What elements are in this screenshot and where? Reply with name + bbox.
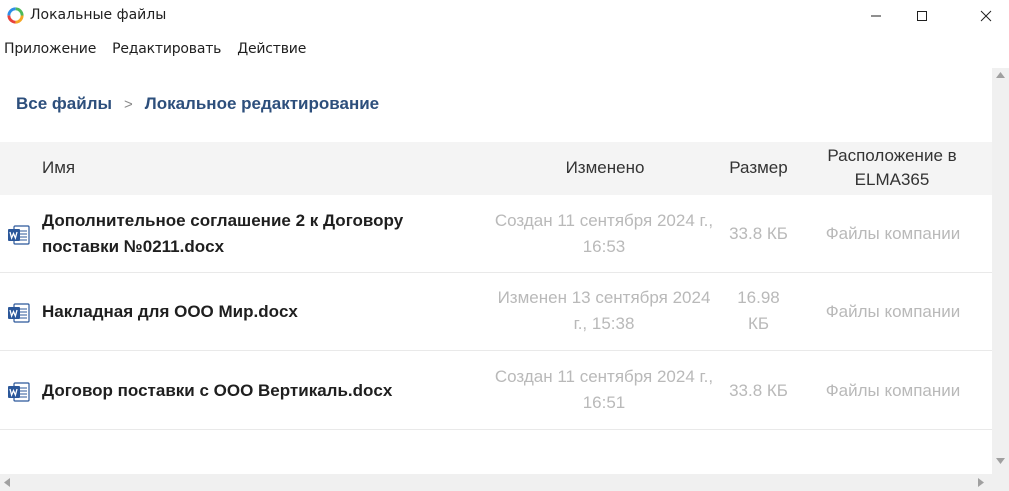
app-logo-icon bbox=[7, 7, 24, 24]
table-header: Имя Изменено Размер Расположение в ELMA3… bbox=[0, 142, 992, 195]
minimize-button[interactable] bbox=[853, 0, 899, 32]
breadcrumb: Все файлы > Локальное редактирование bbox=[16, 94, 379, 114]
file-name[interactable]: Накладная для ООО Мир.docx bbox=[42, 299, 482, 325]
location-cell: Файлы компании bbox=[825, 224, 961, 243]
column-header-location[interactable]: Расположение в ELMA365 bbox=[812, 144, 972, 192]
modified-cell: Создан 11 сентября 2024 г., 16:53 bbox=[486, 208, 722, 260]
menu-item-application[interactable]: Приложение bbox=[4, 38, 96, 60]
breadcrumb-current: Локальное редактирование bbox=[144, 94, 380, 113]
modified-line2: 16:53 bbox=[582, 237, 626, 256]
size-cell: 33.8 КБ bbox=[729, 381, 788, 400]
modified-line2: г., 15:38 bbox=[573, 314, 635, 333]
maximize-button[interactable] bbox=[899, 0, 945, 32]
size-cell: 16.98 КБ bbox=[722, 285, 795, 337]
column-header-size[interactable]: Размер bbox=[722, 156, 795, 180]
modified-line1: Создан 11 сентября 2024 г., bbox=[494, 367, 714, 386]
minimize-icon bbox=[871, 15, 881, 17]
menu-item-action[interactable]: Действие bbox=[237, 38, 306, 60]
size-line2: КБ bbox=[747, 314, 770, 333]
file-name[interactable]: Дополнительное соглашение 2 к Договору п… bbox=[42, 208, 482, 260]
scroll-right-icon[interactable] bbox=[978, 478, 984, 487]
title-bar: Локальные файлы bbox=[0, 0, 1009, 32]
column-header-modified[interactable]: Изменено bbox=[548, 156, 662, 180]
modified-cell: Создан 11 сентября 2024 г., 16:51 bbox=[486, 364, 722, 416]
horizontal-scrollbar[interactable] bbox=[0, 474, 992, 491]
breadcrumb-separator: > bbox=[124, 95, 133, 113]
close-button[interactable] bbox=[963, 0, 1009, 32]
scroll-down-icon[interactable] bbox=[996, 458, 1005, 464]
table-row[interactable]: Договор поставки с ООО Вертикаль.docx Со… bbox=[0, 352, 992, 430]
menu-item-edit[interactable]: Редактировать bbox=[112, 38, 221, 60]
vertical-scrollbar[interactable] bbox=[992, 68, 1009, 474]
column-header-location-line1: Расположение в bbox=[827, 146, 957, 165]
word-document-icon bbox=[8, 225, 30, 245]
location-cell: Файлы компании bbox=[825, 381, 961, 400]
table-row[interactable]: Дополнительное соглашение 2 к Договору п… bbox=[0, 195, 992, 273]
menu-bar: Приложение Редактировать Действие bbox=[0, 38, 318, 60]
modified-cell: Изменен 13 сентября 2024 г., 15:38 bbox=[486, 285, 722, 337]
column-header-location-line2: ELMA365 bbox=[854, 170, 930, 189]
close-icon bbox=[980, 10, 992, 22]
location-cell: Файлы компании bbox=[825, 302, 961, 321]
scroll-corner bbox=[992, 474, 1009, 491]
modified-line1: Изменен 13 сентября 2024 bbox=[497, 288, 711, 307]
file-name-line1: Дополнительное соглашение 2 к Договору bbox=[42, 211, 404, 230]
scroll-up-icon[interactable] bbox=[996, 72, 1005, 78]
maximize-icon bbox=[917, 11, 927, 21]
file-name[interactable]: Договор поставки с ООО Вертикаль.docx bbox=[42, 378, 482, 404]
table-row[interactable]: Накладная для ООО Мир.docx Изменен 13 се… bbox=[0, 273, 992, 351]
modified-line2: 16:51 bbox=[582, 393, 626, 412]
file-name-line2: поставки №0211.docx bbox=[42, 237, 225, 256]
word-document-icon bbox=[8, 303, 30, 323]
main-content: Все файлы > Локальное редактирование Имя… bbox=[0, 68, 992, 474]
word-document-icon bbox=[8, 382, 30, 402]
size-line1: 16.98 bbox=[737, 288, 780, 307]
window-title: Локальные файлы bbox=[30, 7, 167, 23]
size-cell: 33.8 КБ bbox=[729, 224, 788, 243]
modified-line1: Создан 11 сентября 2024 г., bbox=[494, 211, 714, 230]
breadcrumb-all-files[interactable]: Все файлы bbox=[16, 94, 112, 114]
column-header-name[interactable]: Имя bbox=[42, 156, 75, 180]
scroll-left-icon[interactable] bbox=[4, 478, 10, 487]
